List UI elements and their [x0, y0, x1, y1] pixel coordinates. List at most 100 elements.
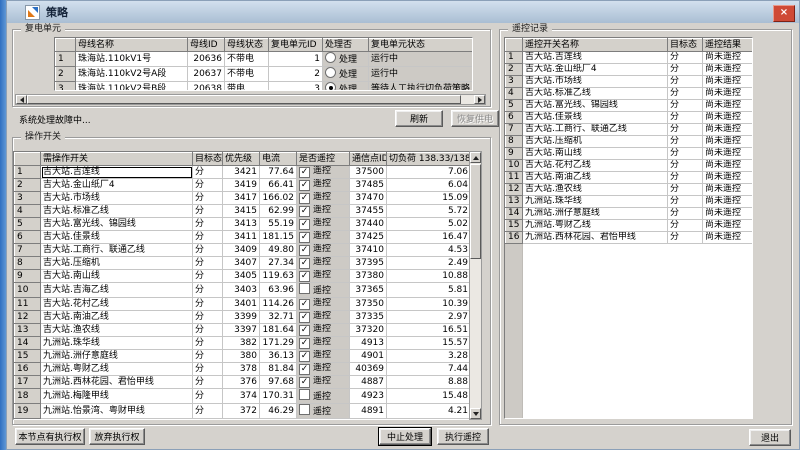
scroll-thumb[interactable] — [470, 164, 481, 259]
cell-row-number: 18 — [15, 389, 41, 404]
scroll-left-button[interactable] — [16, 95, 27, 104]
scroll-right-button[interactable] — [474, 95, 485, 104]
remote-control-checkbox[interactable]: ✓ — [299, 219, 310, 230]
cell-comm-point-id: 4911 — [350, 419, 387, 421]
remote-control-checkbox[interactable]: ✓ — [299, 245, 310, 256]
refresh-button[interactable]: 刷新 — [395, 110, 443, 127]
remote-control-checkbox[interactable]: ✓ — [299, 258, 310, 269]
cell-switch-name: 吉大站.渔农线 — [523, 184, 668, 196]
cell-switch-name: 吉大站.渔农线 — [41, 324, 193, 337]
own-execute-right-button[interactable]: 本节点有执行权 — [15, 428, 85, 445]
table-row[interactable]: 5吉大站.富光线、锦园线分341355.19✓遥控374405.02 — [15, 218, 471, 231]
table-row[interactable]: 8吉大站.压缩机分尚未遥控 — [506, 136, 753, 148]
table-row[interactable]: 15九洲站.粤财乙线分尚未遥控 — [506, 220, 753, 232]
table-row[interactable]: 1吉大站.吉莲线分342177.64✓遥控375007.06 — [15, 166, 471, 179]
switches-group-label: 操作开关 — [21, 131, 65, 143]
cell-target-state: 分 — [668, 136, 703, 148]
remote-control-checkbox[interactable]: ✓ — [299, 377, 310, 388]
cell-switch-name: 吉大站.压缩机 — [41, 257, 193, 270]
cell-priority: 3417 — [223, 192, 260, 205]
remote-control-checkbox[interactable]: ✓ — [299, 232, 310, 243]
scroll-thumb[interactable] — [27, 95, 461, 104]
table-row[interactable]: 19九洲站.怡景湾、粤财甲线分37246.29遥控48914.21 — [15, 404, 471, 419]
control-label: 遥控 — [313, 337, 331, 347]
exit-button[interactable]: 退出 — [749, 429, 791, 446]
remote-control-checkbox[interactable]: ✓ — [299, 312, 310, 323]
table-row[interactable]: 13九洲站.珠华线分尚未遥控 — [506, 196, 753, 208]
table-row[interactable]: 1珠海站.110kV1号20636不带电1处理运行中 — [56, 52, 473, 67]
remote-control-checkbox[interactable]: ✓ — [299, 351, 310, 362]
table-row[interactable]: 16九洲站.粤财乙线分37881.84✓遥控403697.44 — [15, 363, 471, 376]
cell-remote-flag: ✓遥控 — [297, 218, 350, 231]
table-row[interactable]: 11吉大站.花村乙线分3401114.26✓遥控3735010.39 — [15, 298, 471, 311]
table-row[interactable]: 20九洲站.人行线分370127.93遥控491111.63 — [15, 419, 471, 421]
process-radio[interactable] — [325, 52, 336, 63]
table-row[interactable]: 6吉大站.佳景线分3411181.15✓遥控3742516.47 — [15, 231, 471, 244]
scroll-down-button[interactable] — [470, 408, 481, 419]
cell-remote-result: 尚未遥控 — [703, 148, 753, 160]
remote-control-checkbox[interactable]: ✓ — [299, 299, 310, 310]
table-row[interactable]: 1吉大站.吉莲线分尚未遥控 — [506, 52, 753, 64]
cell-remote-result: 尚未遥控 — [703, 196, 753, 208]
remote-control-checkbox[interactable]: ✓ — [299, 271, 310, 282]
table-row[interactable]: 17九洲站.西林花园、君怡甲线分37697.68✓遥控48878.88 — [15, 376, 471, 389]
table-row[interactable]: 8吉大站.压缩机分340727.34✓遥控373952.49 — [15, 257, 471, 270]
table-row[interactable]: 7吉大站.工商行、联通乙线分尚未遥控 — [506, 124, 753, 136]
remote-control-checkbox[interactable]: ✓ — [299, 338, 310, 349]
table-row[interactable]: 5吉大站.富光线、锦园线分尚未遥控 — [506, 100, 753, 112]
table-row[interactable]: 14九洲站.珠华线分382171.29✓遥控491315.57 — [15, 337, 471, 350]
close-button[interactable]: × — [773, 5, 795, 22]
table-row[interactable]: 6吉大站.佳景线分尚未遥控 — [506, 112, 753, 124]
scroll-up-button[interactable] — [470, 152, 481, 163]
remote-control-checkbox[interactable] — [299, 419, 310, 420]
table-row[interactable]: 2珠海站.110kV2号A段20637不带电2处理运行中 — [56, 67, 473, 82]
cell-target-state: 分 — [668, 112, 703, 124]
remote-control-checkbox[interactable] — [299, 404, 310, 415]
control-label: 处理 — [339, 55, 357, 65]
table-row[interactable]: 11吉大站.南油乙线分尚未遥控 — [506, 172, 753, 184]
table-row[interactable]: 4吉大站.标准乙线分341562.99✓遥控374555.72 — [15, 205, 471, 218]
table-row[interactable]: 3珠海站.110kV2号B段20638带电3处理等待人工执行切负荷策略 — [56, 82, 473, 92]
table-row[interactable]: 10吉大站.花村乙线分尚未遥控 — [506, 160, 753, 172]
cell-remote-flag: ✓遥控 — [297, 298, 350, 311]
remote-control-checkbox[interactable]: ✓ — [299, 167, 310, 178]
title-bar[interactable]: 策略 × — [7, 1, 799, 23]
process-radio[interactable] — [325, 67, 336, 78]
table-row[interactable]: 16九洲站.西林花园、君怡甲线分尚未遥控 — [506, 232, 753, 244]
remote-control-checkbox[interactable] — [299, 389, 310, 400]
remote-control-checkbox[interactable]: ✓ — [299, 193, 310, 204]
table-row[interactable]: 12吉大站.渔农线分尚未遥控 — [506, 184, 753, 196]
table-row[interactable]: 18九洲站.梅隆甲线分374170.31遥控492315.48 — [15, 389, 471, 404]
table-row[interactable]: 9吉大站.南山线分3405119.63✓遥控3738010.88 — [15, 270, 471, 283]
table-row[interactable]: 12吉大站.南油乙线分339932.71✓遥控373352.97 — [15, 311, 471, 324]
restore-power-button[interactable]: 恢复供电 — [451, 110, 499, 127]
cell-row-number: 1 — [56, 52, 76, 67]
abort-processing-button[interactable]: 中止处理 — [379, 428, 431, 445]
remote-control-checkbox[interactable]: ✓ — [299, 325, 310, 336]
table-row[interactable]: 10吉大站.吉海乙线分340363.96遥控373655.81 — [15, 283, 471, 298]
remote-control-checkbox[interactable]: ✓ — [299, 206, 310, 217]
table-row[interactable]: 14九洲站.洲仔意庭线分尚未遥控 — [506, 208, 753, 220]
process-radio[interactable] — [325, 82, 336, 91]
table-row[interactable]: 3吉大站.市场线分3417166.02✓遥控3747015.09 — [15, 192, 471, 205]
control-label: 遥控 — [313, 192, 331, 202]
table-row[interactable]: 2吉大站.金山纸厂4分341966.41✓遥控374856.04 — [15, 179, 471, 192]
cell-switch-name: 九洲站.珠华线 — [41, 337, 193, 350]
switches-table-vscrollbar[interactable] — [469, 151, 482, 420]
table-row[interactable]: 15九洲站.洲仔意庭线分38036.13✓遥控49013.28 — [15, 350, 471, 363]
table-row[interactable]: 13吉大站.渔农线分3397181.64✓遥控3732016.51 — [15, 324, 471, 337]
remote-control-checkbox[interactable]: ✓ — [299, 364, 310, 375]
table-row[interactable]: 4吉大站.标准乙线分尚未遥控 — [506, 88, 753, 100]
cell-row-number: 4 — [506, 88, 523, 100]
execute-remote-button[interactable]: 执行遥控 — [437, 428, 489, 445]
cell-switch-name: 吉大站.标准乙线 — [523, 88, 668, 100]
giveup-execute-right-button[interactable]: 放弃执行权 — [89, 428, 145, 445]
remote-control-checkbox[interactable]: ✓ — [299, 180, 310, 191]
table-row[interactable]: 2吉大站.金山纸厂4分尚未遥控 — [506, 64, 753, 76]
table-row[interactable]: 9吉大站.南山线分尚未遥控 — [506, 148, 753, 160]
remote-control-checkbox[interactable] — [299, 283, 310, 294]
restore-table-hscrollbar[interactable] — [15, 94, 486, 105]
cell-switch-name: 九洲站.人行线 — [41, 419, 193, 421]
table-row[interactable]: 3吉大站.市场线分尚未遥控 — [506, 76, 753, 88]
table-row[interactable]: 7吉大站.工商行、联通乙线分340949.80✓遥控374104.53 — [15, 244, 471, 257]
